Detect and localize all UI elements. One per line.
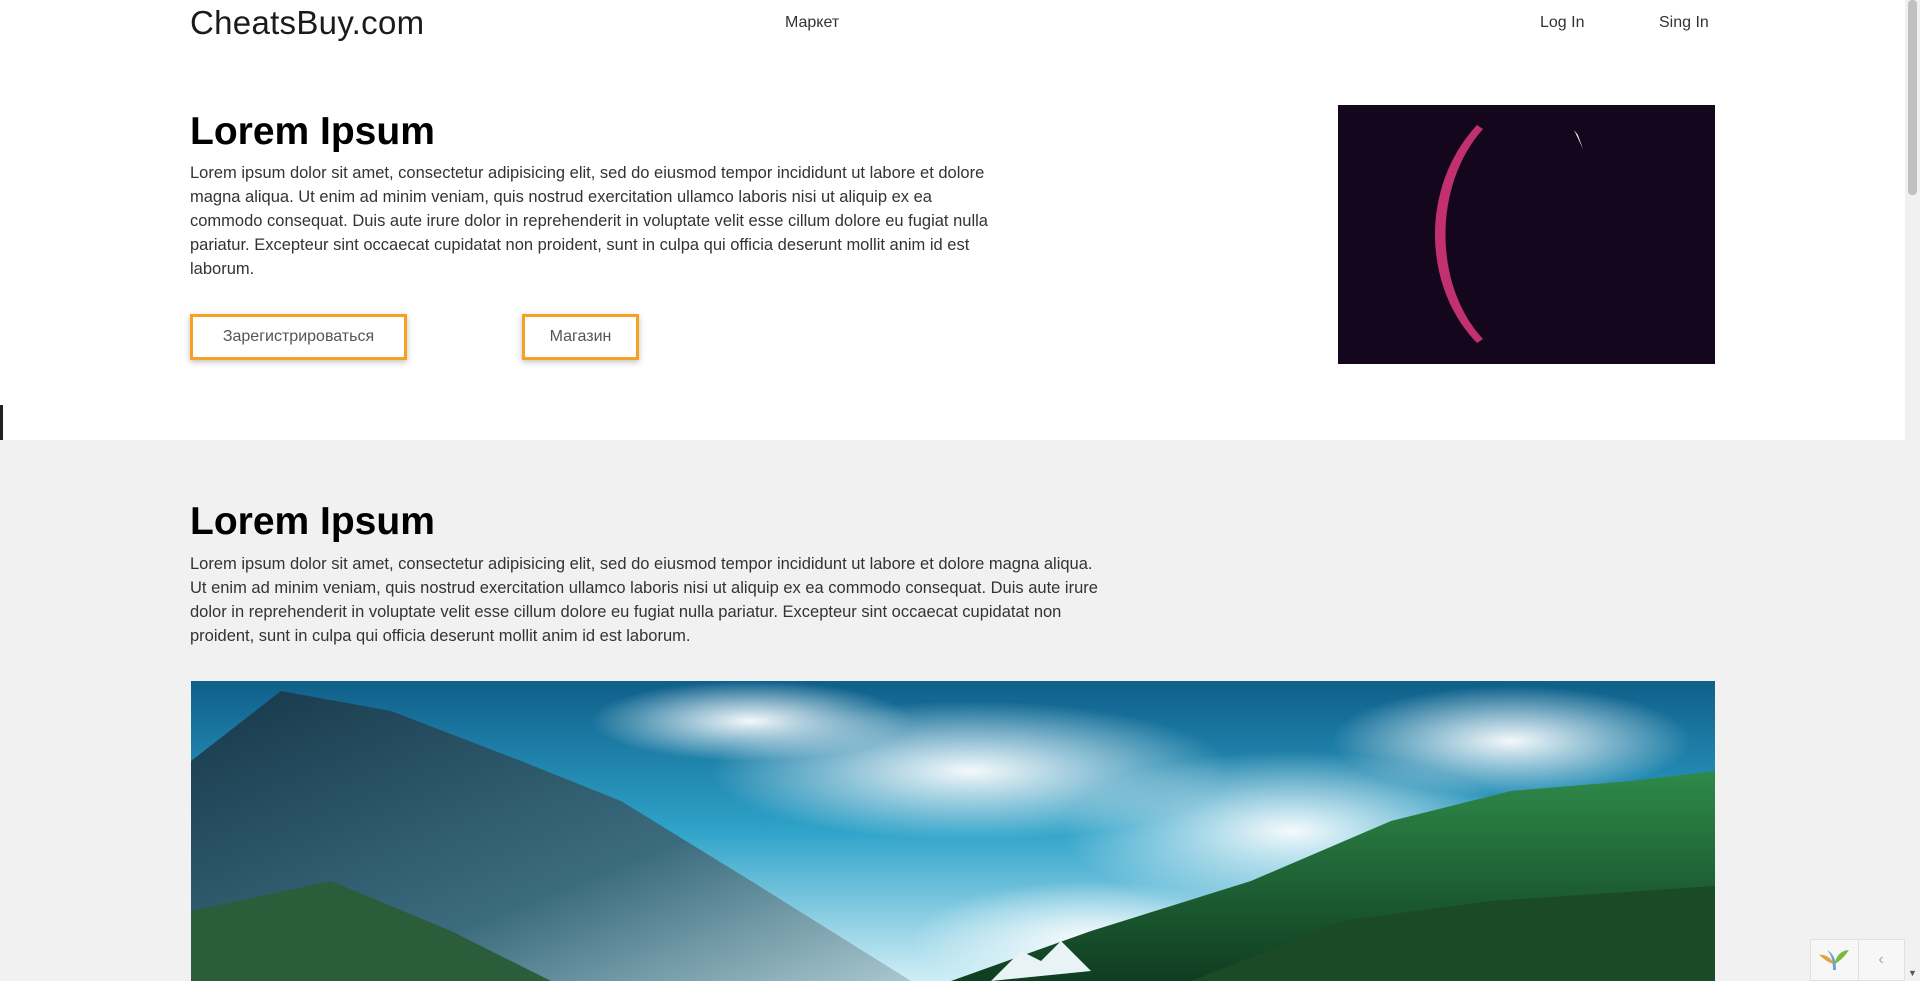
hero-text: Lorem ipsum dolor sit amet, consectetur … [190, 164, 988, 278]
page: CheatsBuy.com Маркет Log In Sing In Lore… [0, 0, 1905, 981]
hero-section: Lorem Ipsum Lorem ipsum dolor sit amet, … [0, 48, 1905, 440]
chevron-left-icon[interactable]: ‹ [1858, 940, 1904, 980]
scrollbar-thumb[interactable] [1908, 0, 1917, 195]
debug-toolbar-widget[interactable]: ‹ [1810, 939, 1905, 981]
content-section: Lorem Ipsum Lorem ipsum dolor sit amet, … [0, 440, 1905, 981]
nav-market-link[interactable]: Маркет [785, 14, 839, 32]
site-header: CheatsBuy.com Маркет Log In Sing In [0, 0, 1905, 48]
scroll-down-arrow-icon[interactable]: ▼ [1905, 966, 1920, 981]
hero-title: Lorem Ipsum [190, 110, 435, 153]
site-logo[interactable]: CheatsBuy.com [190, 4, 424, 42]
vertical-scrollbar[interactable]: ▼ [1905, 0, 1920, 981]
nav-login-link[interactable]: Log In [1540, 14, 1584, 32]
hero-animation [1338, 105, 1715, 364]
yii-logo-graphic [1819, 950, 1849, 970]
shop-button[interactable]: Магазин [522, 314, 639, 360]
section-title: Lorem Ipsum [190, 500, 435, 543]
landscape-graphic [191, 681, 1715, 981]
register-button[interactable]: Зарегистрироваться [190, 314, 407, 360]
hero-animation-graphic [1435, 125, 1583, 343]
yii-logo-icon[interactable] [1811, 940, 1859, 980]
section-text: Lorem ipsum dolor sit amet, consectetur … [190, 555, 1098, 645]
landscape-image [191, 681, 1715, 981]
nav-signin-link[interactable]: Sing In [1659, 14, 1709, 32]
